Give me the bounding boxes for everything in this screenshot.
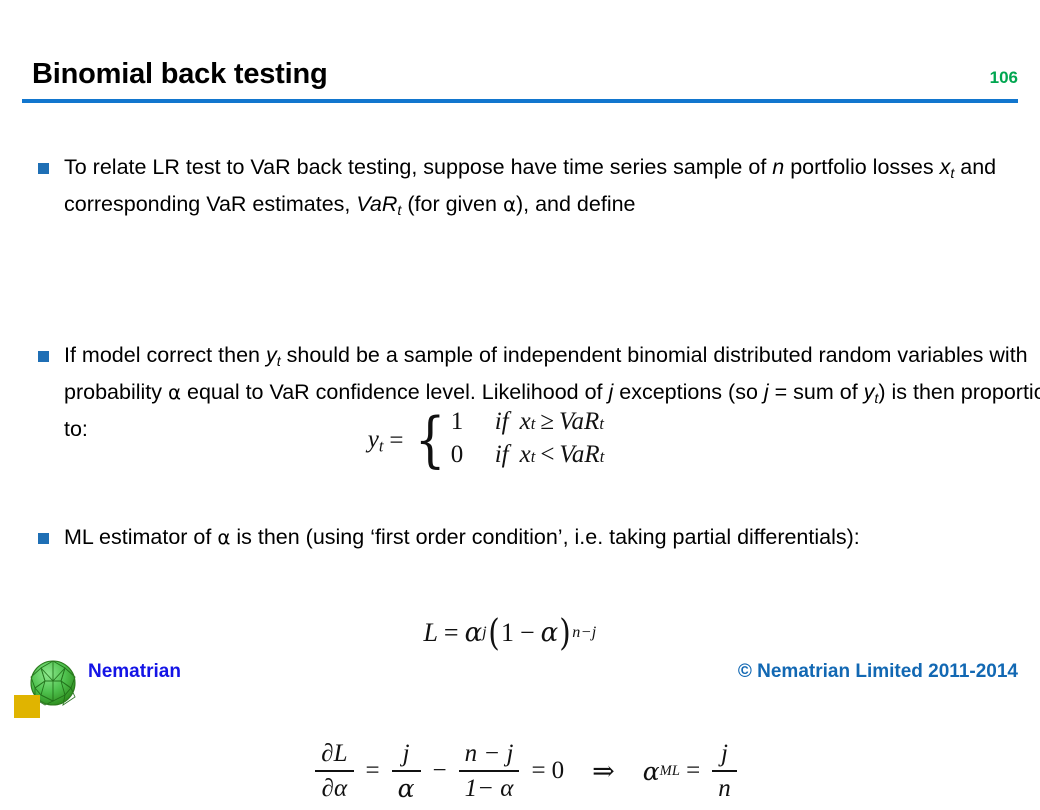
piecewise-row-2: 0 if xt < VaRt	[451, 441, 605, 474]
mle-partial-fraction: ∂L ∂α	[315, 739, 353, 804]
mle-f3-denominator: n	[712, 774, 737, 804]
bullet2-var-y: y	[266, 343, 277, 367]
mle-fraction-j-alpha: j α	[392, 739, 421, 804]
mle-zero: 0	[552, 757, 565, 785]
mle-equals-3: =	[686, 757, 700, 785]
implies-icon: ⇒	[592, 756, 615, 787]
piecewise-row2-if: if	[495, 441, 520, 469]
bullet1-seg3: portfolio losses	[784, 155, 939, 179]
square-bullet-icon	[38, 351, 49, 362]
footer-copyright: © Nematrian Limited 2011-2014	[738, 661, 1018, 683]
bullet1-seg9: (for given	[401, 192, 503, 216]
bullet-text-3: ML estimator of α is then (using ‘first …	[64, 522, 1040, 553]
square-bullet-icon	[38, 533, 49, 544]
slide-body: To relate LR test to VaR back testing, s…	[0, 152, 1040, 226]
likelihood-alpha-2: α	[541, 618, 559, 648]
likelihood-alpha-exponent: j	[482, 624, 487, 642]
bullet2-seg1: If model correct then	[64, 343, 266, 367]
likelihood-open-paren: (	[488, 613, 500, 654]
bullet2-var-y2: y	[864, 380, 875, 404]
likelihood-paren-exponent: n−j	[572, 624, 596, 642]
bullet-item-1: To relate LR test to VaR back testing, s…	[0, 152, 1040, 226]
bullet3-alpha-symbol: α	[217, 526, 230, 549]
likelihood-one: 1	[501, 618, 514, 648]
mle-equals-1: =	[366, 757, 380, 785]
equation-likelihood: L = αj ( 1 − α )n−j	[0, 609, 1040, 657]
piecewise-row2-var: x	[520, 441, 531, 469]
accent-square	[14, 695, 40, 718]
page-number: 106	[990, 68, 1018, 88]
bullet3-seg3: is then (using ‘first order condition’, …	[230, 525, 859, 549]
bullet2-alpha-symbol: α	[168, 381, 181, 404]
header-divider	[22, 99, 1018, 103]
fraction-bar	[459, 770, 520, 772]
mle-equals-2: =	[531, 757, 545, 785]
bullet-item-2: If model correct then yt should be a sam…	[0, 340, 1040, 444]
mle-fraction-nj: n − j 1− α	[459, 739, 520, 804]
mle-fraction-j-n: j n	[712, 739, 737, 804]
fraction-bar	[315, 770, 353, 772]
likelihood-close-paren: )	[559, 613, 571, 654]
bullet2-seg8: exceptions (so	[613, 380, 764, 404]
piecewise-row2-rhs: VaR	[559, 441, 599, 469]
mle-f2-numerator: n − j	[459, 739, 520, 769]
mle-minus: −	[433, 757, 447, 785]
bullet1-var-n: n	[772, 155, 784, 179]
mle-f3-numerator: j	[715, 739, 734, 769]
likelihood-minus: −	[520, 618, 535, 648]
bullet-text-2: If model correct then yt should be a sam…	[64, 340, 1040, 444]
likelihood-alpha: α	[465, 618, 483, 648]
mle-alpha-ml: α	[643, 757, 660, 786]
mle-partial-numerator: ∂L	[315, 739, 353, 769]
bullet2-seg6: equal to VaR confidence level. Likelihoo…	[181, 380, 609, 404]
bullet1-var-var: VaR	[356, 192, 397, 216]
bullet1-seg11: ), and define	[516, 192, 636, 216]
bullet1-var-x: x	[940, 155, 951, 179]
mle-partial-denominator: ∂α	[316, 774, 353, 804]
mle-alpha-ml-subscript: ML	[660, 763, 681, 780]
mle-f1-numerator: j	[397, 739, 416, 769]
square-bullet-icon	[38, 163, 49, 174]
piecewise-row2-value: 0	[451, 441, 495, 469]
fraction-bar	[392, 770, 421, 772]
likelihood-lhs: L	[423, 618, 437, 648]
bullet1-alpha-symbol: α	[503, 193, 516, 216]
piecewise-row2-relation: <	[535, 441, 559, 469]
bullet-item-3: ML estimator of α is then (using ‘first …	[0, 522, 1040, 553]
page-title: Binomial back testing	[32, 58, 328, 91]
bullet3-seg1: ML estimator of	[64, 525, 217, 549]
bullet1-seg1: To relate LR test to VaR back testing, s…	[64, 155, 772, 179]
bullet-text-1: To relate LR test to VaR back testing, s…	[64, 152, 1006, 226]
mle-f2-denominator: 1− α	[459, 774, 520, 804]
fraction-bar	[712, 770, 737, 772]
piecewise-row2-rhs-sub: t	[600, 447, 605, 467]
bullet2-seg10: = sum of	[769, 380, 864, 404]
likelihood-equals: =	[444, 618, 459, 648]
equation-ml-estimator: ∂L ∂α = j α − n − j 1− α = 0 ⇒ αML = j	[0, 732, 1040, 810]
footer-brand-name: Nematrian	[88, 661, 181, 683]
mle-f1-denominator: α	[392, 774, 421, 804]
